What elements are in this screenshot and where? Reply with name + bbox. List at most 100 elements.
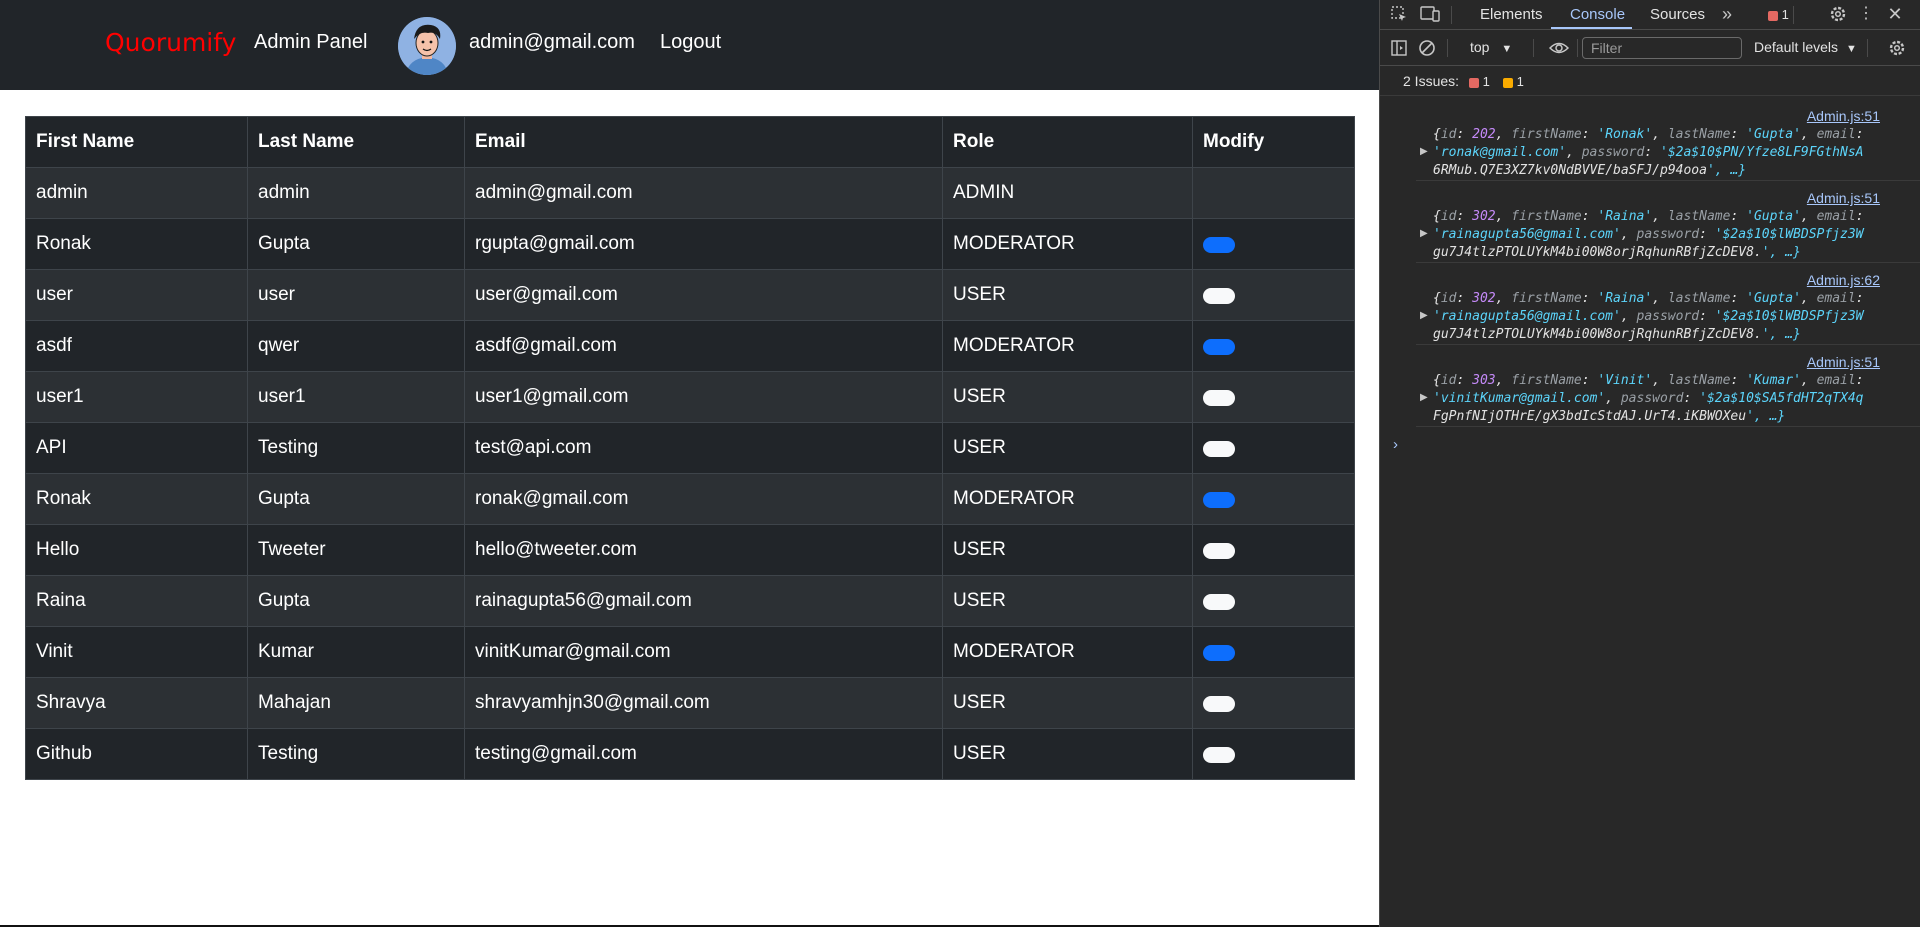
moderator-toggle[interactable] — [1203, 440, 1235, 457]
more-tabs-icon[interactable]: » — [1718, 5, 1736, 23]
header-role: Role — [942, 116, 1193, 168]
log-separator — [1416, 262, 1920, 263]
toolbar-separator — [1447, 39, 1448, 57]
cell-role: MODERATOR — [942, 473, 1193, 525]
more-options-icon[interactable]: ⋮ — [1857, 5, 1875, 23]
toolbar-separator — [1451, 6, 1452, 24]
cell-first-name: Ronak — [25, 218, 248, 270]
context-value: top — [1470, 39, 1490, 55]
error-badge[interactable]: 1 — [1768, 7, 1789, 22]
cell-modify — [1192, 524, 1355, 576]
cell-role: USER — [942, 524, 1193, 576]
cell-first-name: API — [25, 422, 248, 474]
table-row: asdf qwer asdf@gmail.com MODERATOR — [25, 320, 1355, 372]
moderator-toggle[interactable] — [1203, 287, 1235, 304]
navbar: Quorumify Admin Panel admin@gmail.com Lo… — [0, 0, 1379, 90]
tab-sources[interactable]: Sources — [1650, 6, 1705, 23]
logout-link[interactable]: Logout — [660, 31, 721, 54]
cell-first-name: Raina — [25, 575, 248, 627]
issues-warning-badge[interactable]: 1 — [1503, 74, 1524, 89]
moderator-toggle[interactable] — [1203, 644, 1235, 661]
cell-modify — [1192, 473, 1355, 525]
expand-arrow-icon[interactable]: ▶ — [1420, 392, 1428, 403]
log-source-link[interactable]: Admin.js:51 — [1807, 354, 1880, 370]
moderator-toggle[interactable] — [1203, 593, 1235, 610]
log-levels-value: Default levels — [1754, 39, 1839, 55]
cell-last-name: Tweeter — [247, 524, 465, 576]
inspect-element-icon[interactable] — [1390, 5, 1408, 23]
tab-console[interactable]: Console — [1570, 6, 1625, 23]
avatar[interactable] — [398, 17, 456, 75]
issues-error-count: 1 — [1482, 74, 1490, 89]
cell-last-name: Gupta — [247, 575, 465, 627]
log-object-text: {id: 302, firstName: 'Raina', lastName: … — [1433, 291, 1864, 306]
header-email: Email — [464, 116, 943, 168]
cell-role: USER — [942, 677, 1193, 729]
log-separator — [1416, 344, 1920, 345]
log-object-text[interactable]: 'vinitKumar@gmail.com', password: '$2a$1… — [1433, 390, 1920, 408]
cell-role: MODERATOR — [942, 320, 1193, 372]
moderator-toggle[interactable] — [1203, 389, 1235, 406]
moderator-toggle[interactable] — [1203, 236, 1235, 253]
console-prompt-icon[interactable]: › — [1393, 436, 1398, 453]
table-row: Github Testing testing@gmail.com USER — [25, 728, 1355, 780]
user-email-link[interactable]: admin@gmail.com — [469, 31, 635, 54]
header-last-name: Last Name — [247, 116, 465, 168]
device-toolbar-icon[interactable] — [1420, 5, 1440, 23]
header-modify: Modify — [1192, 116, 1355, 168]
log-source-link[interactable]: Admin.js:51 — [1807, 190, 1880, 206]
table-header-row: First Name Last Name Email Role Modify — [25, 116, 1355, 168]
settings-gear-icon[interactable] — [1829, 5, 1847, 23]
error-flag-icon — [1469, 77, 1479, 88]
cell-modify — [1192, 167, 1355, 219]
moderator-toggle[interactable] — [1203, 746, 1235, 763]
brand-logo[interactable]: Quorumify — [105, 28, 236, 57]
cell-first-name: user1 — [25, 371, 248, 423]
cell-modify — [1192, 422, 1355, 474]
issues-error-badge[interactable]: 1 — [1469, 74, 1490, 89]
expand-arrow-icon[interactable]: ▶ — [1420, 310, 1428, 321]
expand-arrow-icon[interactable]: ▶ — [1420, 228, 1428, 239]
cell-modify — [1192, 218, 1355, 270]
moderator-toggle[interactable] — [1203, 491, 1235, 508]
live-expression-eye-icon[interactable] — [1548, 39, 1570, 57]
log-source-link[interactable]: Admin.js:51 — [1807, 108, 1880, 124]
log-object-text: 6RMub.Q7E3XZ7kv0NdBVVE/baSFJ/p94ooa', …} — [1433, 163, 1747, 178]
close-icon[interactable]: ✕ — [1886, 5, 1904, 23]
table-row: Ronak Gupta rgupta@gmail.com MODERATOR — [25, 218, 1355, 270]
issues-bar[interactable]: 2 Issues: 1 1 — [1380, 66, 1920, 96]
cell-email: hello@tweeter.com — [464, 524, 943, 576]
log-object-text[interactable]: 'ronak@gmail.com', password: '$2a$10$PN/… — [1433, 144, 1920, 162]
moderator-toggle[interactable] — [1203, 338, 1235, 355]
active-tab-indicator — [1551, 27, 1632, 29]
warning-flag-icon — [1503, 77, 1513, 88]
console-filter-input[interactable]: Filter — [1582, 37, 1742, 59]
cell-last-name: Gupta — [247, 218, 465, 270]
toolbar-separator — [1533, 39, 1534, 57]
log-object-text[interactable]: 'rainagupta56@gmail.com', password: '$2a… — [1433, 226, 1920, 244]
console-toolbar: top ▼ Filter Default levels ▼ — [1380, 30, 1920, 66]
cell-first-name: asdf — [25, 320, 248, 372]
cell-last-name: Mahajan — [247, 677, 465, 729]
cell-email: rainagupta56@gmail.com — [464, 575, 943, 627]
log-object-text[interactable]: 'rainagupta56@gmail.com', password: '$2a… — [1433, 308, 1920, 326]
admin-panel-link[interactable]: Admin Panel — [254, 31, 367, 54]
console-settings-gear-icon[interactable] — [1888, 39, 1906, 57]
table-row: Vinit Kumar vinitKumar@gmail.com MODERATOR — [25, 626, 1355, 678]
cell-email: admin@gmail.com — [464, 167, 943, 219]
cell-modify — [1192, 677, 1355, 729]
moderator-toggle[interactable] — [1203, 542, 1235, 559]
context-selector[interactable]: top ▼ — [1470, 39, 1512, 55]
sidebar-toggle-icon[interactable] — [1390, 39, 1408, 57]
log-source-link[interactable]: Admin.js:62 — [1807, 272, 1880, 288]
moderator-toggle[interactable] — [1203, 695, 1235, 712]
cell-email: testing@gmail.com — [464, 728, 943, 780]
cell-first-name: Ronak — [25, 473, 248, 525]
error-count: 1 — [1781, 7, 1789, 22]
cell-last-name: Testing — [247, 422, 465, 474]
clear-console-icon[interactable] — [1418, 39, 1436, 57]
admin-page: Quorumify Admin Panel admin@gmail.com Lo… — [0, 0, 1379, 927]
log-levels-dropdown[interactable]: Default levels ▼ — [1754, 39, 1857, 55]
expand-arrow-icon[interactable]: ▶ — [1420, 146, 1428, 157]
tab-elements[interactable]: Elements — [1480, 6, 1543, 23]
